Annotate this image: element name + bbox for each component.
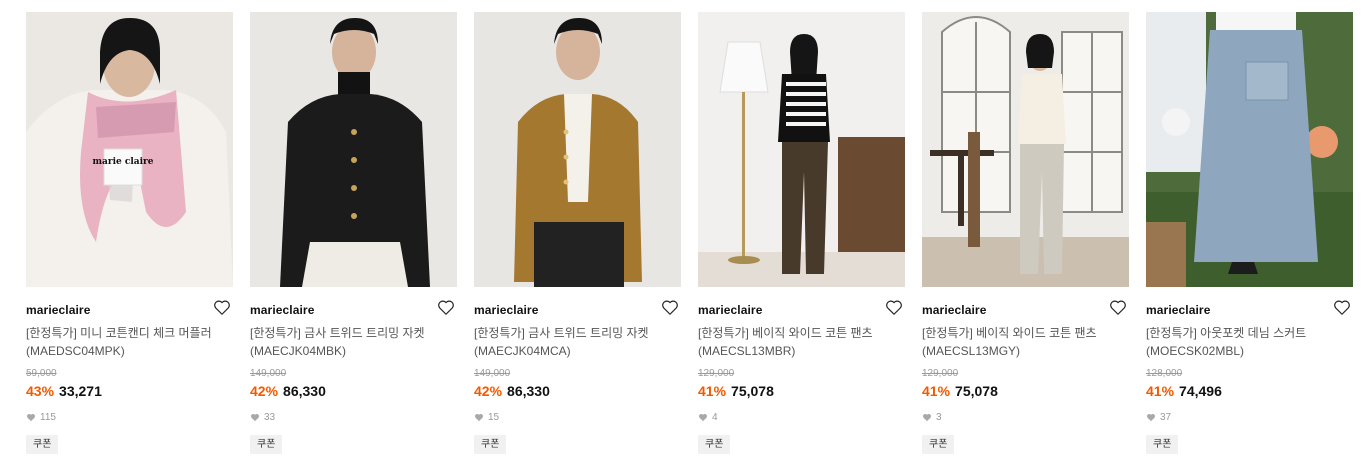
like-count-value: 37 [1160,412,1172,423]
original-price: 128,000 [1146,368,1183,379]
original-price: 59,000 [26,368,57,379]
like-count: 33 [250,412,275,423]
product-image[interactable] [922,12,1129,287]
product-title[interactable]: [한정특가] 미니 코튼캔디 체크 머플러 [26,324,233,342]
product-card[interactable]: marieclaire [한정특가] 금사 트위드 트리밍 자켓 (MAECJK… [474,12,681,467]
like-count: 4 [698,412,718,423]
product-code: (MAEDSC04MPK) [26,344,125,358]
product-image[interactable] [474,12,681,287]
product-card[interactable]: marieclaire [한정특가] 금사 트위드 트리밍 자켓 (MAECJK… [250,12,457,467]
product-label-text: marie claire [93,157,154,167]
product-code: (MOECSK02MBL) [1146,344,1245,358]
product-photo-camel-tweed-jacket [474,12,681,287]
like-heart-icon [250,413,260,422]
brand-name[interactable]: marieclaire [922,303,986,317]
product-code: (MAECSL13MGY) [922,344,1021,358]
product-title[interactable]: [한정특가] 금사 트위드 트리밍 자켓 [474,324,681,342]
product-photo-black-tweed-jacket [250,12,457,287]
brand-name[interactable]: marieclaire [1146,303,1210,317]
like-heart-icon [698,413,708,422]
price-line: 41% 75,078 [698,383,774,399]
product-photo-denim-skirt [1146,12,1353,287]
price-line: 41% 75,078 [922,383,998,399]
heart-icon[interactable] [661,299,679,316]
like-heart-icon [26,413,36,422]
product-card[interactable]: marie claire marieclaire [한정특가] 미니 코튼캔디 … [26,12,233,467]
like-count-value: 3 [936,412,942,423]
price-line: 41% 74,496 [1146,383,1222,399]
product-image[interactable] [698,12,905,287]
heart-icon[interactable] [437,299,455,316]
product-photo-grey-wide-pants [922,12,1129,287]
heart-icon[interactable] [213,299,231,316]
discount-rate: 43% [26,383,55,399]
sale-price: 75,078 [955,383,998,399]
discount-rate: 42% [250,383,279,399]
product-card[interactable]: marieclaire [한정특가] 베이직 와이드 코튼 팬츠 (MAECSL… [698,12,905,467]
product-image[interactable] [250,12,457,287]
heart-icon[interactable] [1333,299,1351,316]
like-count-value: 15 [488,412,500,423]
product-image[interactable] [1146,12,1353,287]
price-line: 43% 33,271 [26,383,102,399]
coupon-badge[interactable]: 쿠폰 [250,435,283,454]
like-count-value: 33 [264,412,276,423]
price-line: 42% 86,330 [474,383,550,399]
product-code: (MAECJK04MCA) [474,344,571,358]
original-price: 149,000 [474,368,511,379]
brand-name[interactable]: marieclaire [250,303,314,317]
product-title[interactable]: [한정특가] 아웃포켓 데님 스커트 [1146,324,1353,342]
product-title[interactable]: [한정특가] 금사 트위드 트리밍 자켓 [250,324,457,342]
sale-price: 86,330 [283,383,326,399]
original-price: 129,000 [698,368,735,379]
heart-icon[interactable] [885,299,903,316]
coupon-badge[interactable]: 쿠폰 [698,435,731,454]
product-title[interactable]: [한정특가] 베이직 와이드 코튼 팬츠 [698,324,905,342]
like-heart-icon [474,413,484,422]
product-card[interactable]: marieclaire [한정특가] 베이직 와이드 코튼 팬츠 (MAECSL… [922,12,1129,467]
product-code: (MAECSL13MBR) [698,344,796,358]
product-card[interactable]: marieclaire [한정특가] 아웃포켓 데님 스커트 (MOECSK02… [1146,12,1353,467]
product-photo-muffler: marie claire [26,12,233,287]
like-count-value: 4 [712,412,718,423]
sale-price: 74,496 [1179,383,1222,399]
sale-price: 33,271 [59,383,102,399]
like-count: 3 [922,412,942,423]
brand-name[interactable]: marieclaire [26,303,90,317]
original-price: 129,000 [922,368,959,379]
discount-rate: 41% [698,383,727,399]
like-count: 37 [1146,412,1171,423]
coupon-badge[interactable]: 쿠폰 [922,435,955,454]
coupon-badge[interactable]: 쿠폰 [474,435,507,454]
discount-rate: 41% [922,383,951,399]
brand-name[interactable]: marieclaire [698,303,762,317]
discount-rate: 42% [474,383,503,399]
like-count-value: 115 [40,412,56,423]
like-heart-icon [1146,413,1156,422]
coupon-badge[interactable]: 쿠폰 [1146,435,1179,454]
brand-name[interactable]: marieclaire [474,303,538,317]
heart-icon[interactable] [1109,299,1127,316]
sale-price: 75,078 [731,383,774,399]
like-count: 15 [474,412,499,423]
coupon-badge[interactable]: 쿠폰 [26,435,59,454]
product-code: (MAECJK04MBK) [250,344,347,358]
discount-rate: 41% [1146,383,1175,399]
price-line: 42% 86,330 [250,383,326,399]
product-image[interactable]: marie claire [26,12,233,287]
like-heart-icon [922,413,932,422]
sale-price: 86,330 [507,383,550,399]
product-grid: marie claire marieclaire [한정특가] 미니 코튼캔디 … [0,0,1364,473]
product-title[interactable]: [한정특가] 베이직 와이드 코튼 팬츠 [922,324,1129,342]
like-count: 115 [26,412,56,423]
product-photo-brown-wide-pants [698,12,905,287]
original-price: 149,000 [250,368,287,379]
